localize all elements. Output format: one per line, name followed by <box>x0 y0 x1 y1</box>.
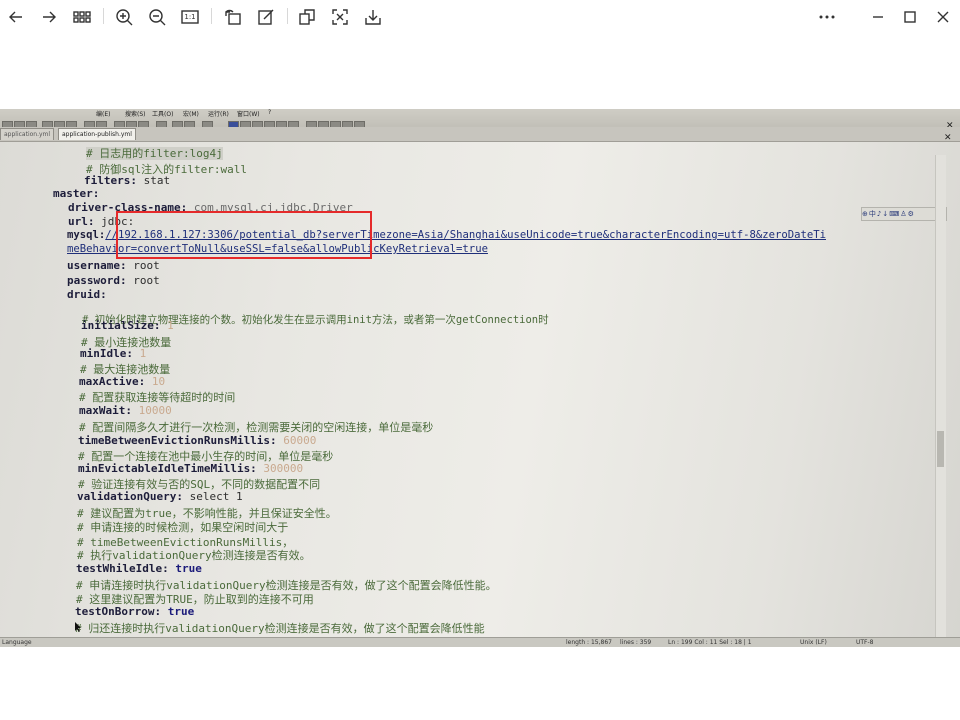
grid-view-icon[interactable] <box>70 5 94 29</box>
comment-line: # 执行validationQuery检测连接是否有效。 <box>77 549 311 562</box>
edit-icon[interactable] <box>254 5 278 29</box>
comment-line: # 日志用的filter:log4j <box>86 147 223 160</box>
tab-application-publish-yml: application-publish.yml <box>58 128 136 140</box>
red-highlight-box <box>116 211 372 259</box>
yaml-value: 60000 <box>276 434 317 447</box>
toolbar-divider <box>287 8 288 24</box>
scan-text-icon[interactable] <box>328 5 352 29</box>
close-icon[interactable] <box>931 5 955 29</box>
status-length: length : 15,867 <box>566 639 612 646</box>
comment-line: # 配置间隔多久才进行一次检测，检测需要关闭的空闲连接，单位是毫秒 <box>79 421 434 434</box>
status-lines: lines : 359 <box>620 639 652 646</box>
yaml-key: druid: <box>67 288 107 301</box>
menu-item: 窗口(W) <box>237 111 260 118</box>
viewer-toolbar: 1:1 <box>0 0 960 34</box>
yaml-key: mysql: <box>67 229 106 241</box>
toolbar-divider <box>211 8 212 24</box>
yaml-key: minIdle: <box>80 347 133 360</box>
yaml-key: filters: <box>84 174 137 187</box>
menu-item: 运行(R) <box>208 111 229 118</box>
yaml-key: username: <box>67 259 127 272</box>
yaml-value: stat <box>136 174 171 187</box>
yaml-value: 1 <box>132 347 147 360</box>
mouse-cursor-icon <box>75 622 81 632</box>
minimize-icon[interactable] <box>866 5 890 29</box>
yaml-key: validationQuery: <box>77 490 183 503</box>
yaml-key: initialSize: <box>81 319 161 332</box>
status-encoding: UTF-8 <box>856 639 874 646</box>
photo-of-editor: 编(E) 搜索(S) 工具(O) 宏(M) 运行(R) 窗口(W) ? ✕ ap… <box>0 109 960 647</box>
yaml-key: maxWait: <box>79 404 132 417</box>
more-icon[interactable] <box>815 5 839 29</box>
ime-toolbar-icons: ⊕中♪↓⌨♙⚙ <box>862 210 915 218</box>
yaml-key: password: <box>67 274 127 287</box>
yaml-key: testWhileIdle: <box>76 562 169 575</box>
yaml-key: url: <box>68 215 95 228</box>
yaml-key: minEvictableIdleTimeMillis: <box>78 462 257 475</box>
zoom-in-icon[interactable] <box>112 5 136 29</box>
editor-tab-row: application.yml application-publish.yml <box>0 127 960 142</box>
yaml-key: maxActive: <box>79 375 146 388</box>
yaml-key: testOnBorrow: <box>75 605 162 618</box>
status-language: Language <box>2 639 32 646</box>
download-icon[interactable] <box>361 5 385 29</box>
toolbar-divider <box>103 8 104 24</box>
editor-scrollbar <box>935 155 946 643</box>
copy-icon[interactable] <box>295 5 319 29</box>
yaml-value: 10000 <box>131 404 172 417</box>
scrollbar-thumb <box>937 431 944 467</box>
rotate-icon[interactable] <box>221 5 245 29</box>
comment-line: # 申请连接的时候检测，如果空闲时间大于 <box>77 521 289 534</box>
yaml-value: 1 <box>160 319 174 332</box>
yaml-value: root <box>126 274 160 287</box>
yaml-value: true <box>161 605 195 618</box>
status-position: Ln : 199 Col : 11 Sel : 18 | 1 <box>668 639 752 646</box>
editor-status-bar: Language length : 15,867 lines : 359 Ln … <box>0 637 960 647</box>
maximize-icon[interactable] <box>898 5 922 29</box>
tab-application-yml: application.yml <box>0 128 55 140</box>
comment-line: # 配置获取连接等待超时的时间 <box>79 391 236 404</box>
comment-line: # 归还连接时执行validationQuery检测连接是否有效，做了这个配置会… <box>75 622 485 635</box>
actual-size-icon[interactable]: 1:1 <box>178 5 202 29</box>
menu-item: 编(E) <box>96 111 111 118</box>
menu-item: ? <box>268 109 272 116</box>
yaml-key: timeBetweenEvictionRunsMillis: <box>78 434 277 447</box>
menu-item: 工具(O) <box>152 111 174 118</box>
yaml-key: master: <box>53 187 100 200</box>
back-icon[interactable] <box>4 5 28 29</box>
status-eol: Unix (LF) <box>800 639 827 646</box>
menu-item: 搜索(S) <box>125 111 146 118</box>
yaml-value: true <box>168 562 202 575</box>
yaml-value: 10 <box>145 375 166 388</box>
yaml-value: 300000 <box>256 462 304 475</box>
yaml-value: select 1 <box>182 490 243 503</box>
menu-item: 宏(M) <box>183 111 199 118</box>
zoom-out-icon[interactable] <box>145 5 169 29</box>
tab-close-icon: ✕ <box>944 133 952 143</box>
yaml-value: root <box>126 259 160 272</box>
forward-icon[interactable] <box>37 5 61 29</box>
actual-size-label: 1:1 <box>184 13 196 21</box>
